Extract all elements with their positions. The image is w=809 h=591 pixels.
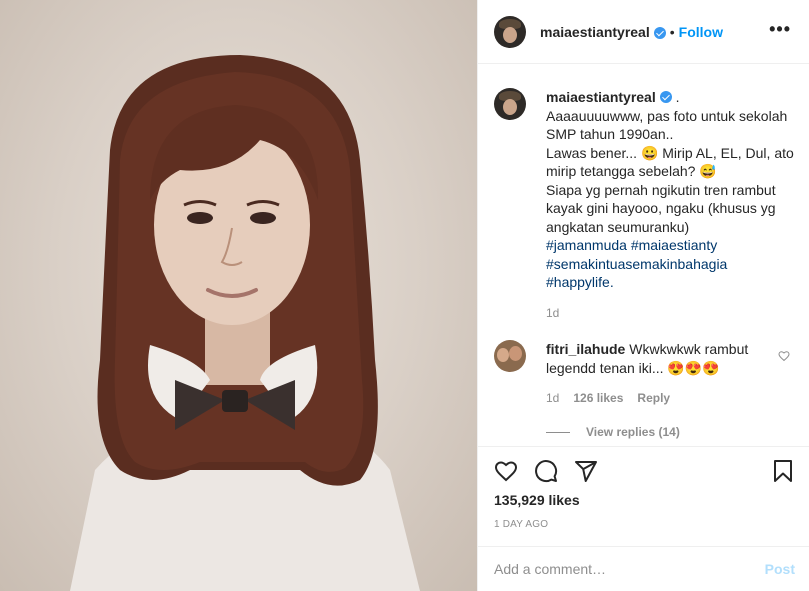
portrait-illustration: [70, 55, 420, 591]
caption-username[interactable]: maiaestiantyreal: [546, 89, 656, 105]
reply-button[interactable]: Reply: [637, 389, 670, 408]
likes-count[interactable]: 135,929 likes: [494, 492, 580, 508]
comment-time[interactable]: 1d: [546, 389, 559, 408]
instagram-post: maiaestiantyreal • Follow ••• maiaestian…: [0, 0, 809, 591]
comment-body: fitri_ilahude Wkwkwkwk rambut legendd te…: [546, 340, 766, 408]
caption-line-3: Siapa yg pernah ngikutin tren rambut kay…: [546, 181, 776, 235]
more-options-icon[interactable]: •••: [769, 20, 791, 38]
hashtag-line-3[interactable]: #happylife.: [546, 273, 794, 292]
caption-line-1: Aaaauuuuwww, pas foto untuk sekolah SMP …: [546, 107, 788, 143]
caption: maiaestiantyreal . Aaaauuuuwww, pas foto…: [494, 88, 794, 322]
verified-badge-icon: [659, 91, 672, 103]
verified-badge-icon: [653, 26, 666, 39]
view-replies-label: View replies (14): [586, 425, 680, 439]
hashtag-line-1[interactable]: #jamanmuda #maiaestianty: [546, 236, 794, 255]
caption-time[interactable]: 1d: [546, 304, 794, 323]
author-username[interactable]: maiaestiantyreal: [540, 24, 650, 40]
author-avatar[interactable]: [494, 15, 526, 48]
separator-dot: •: [669, 23, 675, 40]
share-send-icon[interactable]: [574, 459, 598, 483]
caption-author-avatar[interactable]: [494, 88, 526, 120]
caption-line-2: Lawas bener... 😀 Mirip AL, EL, Dul, ato …: [546, 144, 794, 180]
commenter-avatar[interactable]: [494, 340, 526, 372]
post-header: maiaestiantyreal • Follow •••: [478, 0, 809, 64]
caption-text: maiaestiantyreal . Aaaauuuuwww, pas foto…: [546, 88, 794, 322]
comment-meta: 1d 126 likes Reply: [546, 389, 766, 408]
hashtag-line-2[interactable]: #semakintuasemakinbahagia: [546, 255, 794, 274]
bookmark-icon[interactable]: [771, 459, 795, 483]
add-comment-bar: Add a comment… Post: [478, 546, 809, 591]
post-photo[interactable]: [0, 0, 477, 591]
view-replies-button[interactable]: View replies (14): [546, 425, 680, 439]
heart-icon[interactable]: [778, 350, 790, 362]
like-heart-icon[interactable]: [494, 459, 518, 483]
post-side-panel: maiaestiantyreal • Follow ••• maiaestian…: [477, 0, 809, 591]
post-timestamp[interactable]: 1 DAY AGO: [494, 519, 548, 530]
commenter-username[interactable]: fitri_ilahude: [546, 341, 625, 357]
save-button[interactable]: [771, 459, 795, 486]
comment-likes[interactable]: 126 likes: [573, 389, 623, 408]
follow-button[interactable]: Follow: [679, 24, 723, 40]
post-comment-button[interactable]: Post: [765, 561, 795, 577]
comment-input[interactable]: Add a comment…: [494, 561, 765, 577]
comment-item: fitri_ilahude Wkwkwkwk rambut legendd te…: [494, 340, 794, 408]
caption-suffix: .: [675, 89, 680, 105]
comment-bubble-icon[interactable]: [534, 459, 558, 483]
action-icons: [494, 459, 598, 483]
replies-divider: [546, 431, 570, 433]
post-actions: 135,929 likes 1 DAY AGO: [478, 446, 809, 546]
